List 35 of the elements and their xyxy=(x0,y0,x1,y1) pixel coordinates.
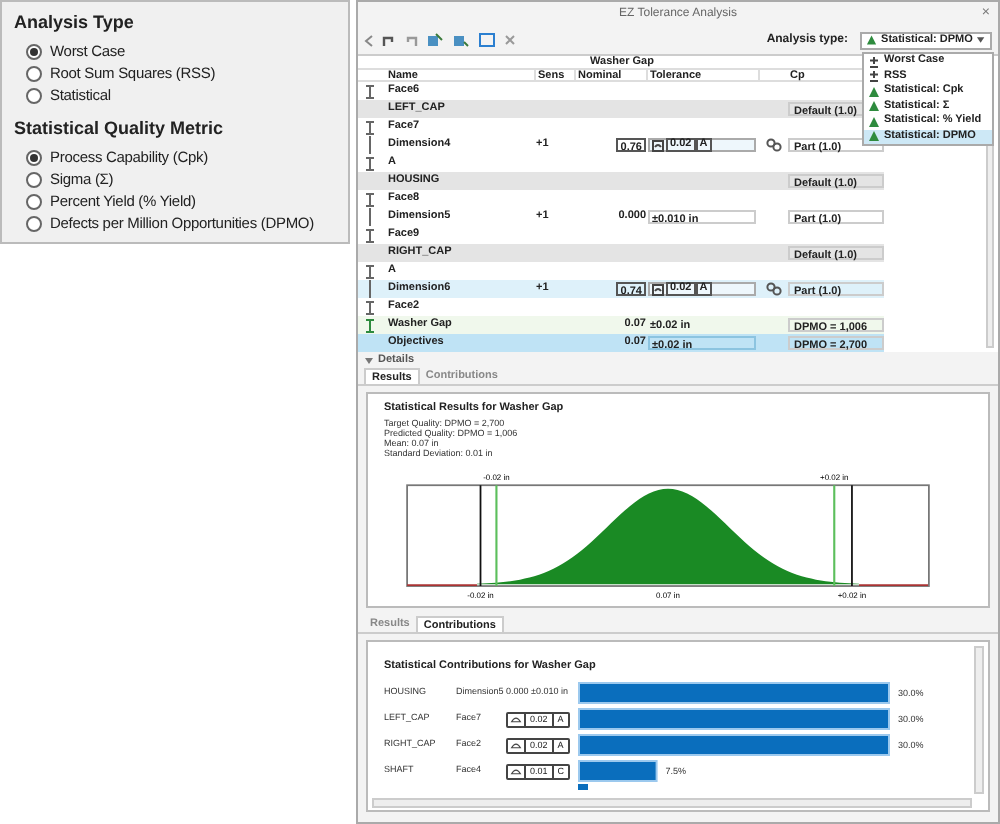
group-heading: Analysis Type xyxy=(14,10,136,36)
link-icon xyxy=(766,138,782,152)
caret-icon xyxy=(976,36,986,44)
radio-button[interactable] xyxy=(26,215,42,231)
dimension-line-icon xyxy=(366,208,374,226)
radio-button[interactable] xyxy=(26,43,42,59)
dimension-line-icon xyxy=(366,280,374,298)
datum-marker-icon xyxy=(364,83,376,99)
radio-button[interactable] xyxy=(26,65,42,81)
datum-marker-icon xyxy=(364,263,376,279)
undo-icon xyxy=(382,33,396,47)
radio-button[interactable] xyxy=(26,149,42,165)
group-heading: Statistical Quality Metric xyxy=(14,116,226,142)
link-icon xyxy=(766,282,782,296)
radio-button[interactable] xyxy=(26,87,42,103)
scroll-bar[interactable] xyxy=(974,646,984,794)
triangle-icon xyxy=(866,34,878,46)
radio-button[interactable] xyxy=(26,193,42,209)
dimension-line-icon xyxy=(366,136,374,154)
frame-icon xyxy=(478,32,496,48)
datum-marker-icon xyxy=(364,191,376,207)
datum-marker-icon xyxy=(364,119,376,135)
horizontal-scroll-bar[interactable] xyxy=(372,798,972,808)
add-feature-icon xyxy=(426,32,444,48)
datum-marker-icon xyxy=(364,155,376,171)
profile-symbol-icon xyxy=(652,139,664,151)
edit-feature-icon xyxy=(452,32,470,48)
datum-marker-icon xyxy=(364,227,376,243)
gap-marker-icon xyxy=(364,317,376,333)
back-icon xyxy=(364,33,374,47)
datum-marker-icon xyxy=(364,299,376,315)
redo-icon xyxy=(404,33,418,47)
profile-symbol-icon xyxy=(652,283,664,295)
delete-icon xyxy=(504,34,516,46)
radio-button[interactable] xyxy=(26,171,42,187)
